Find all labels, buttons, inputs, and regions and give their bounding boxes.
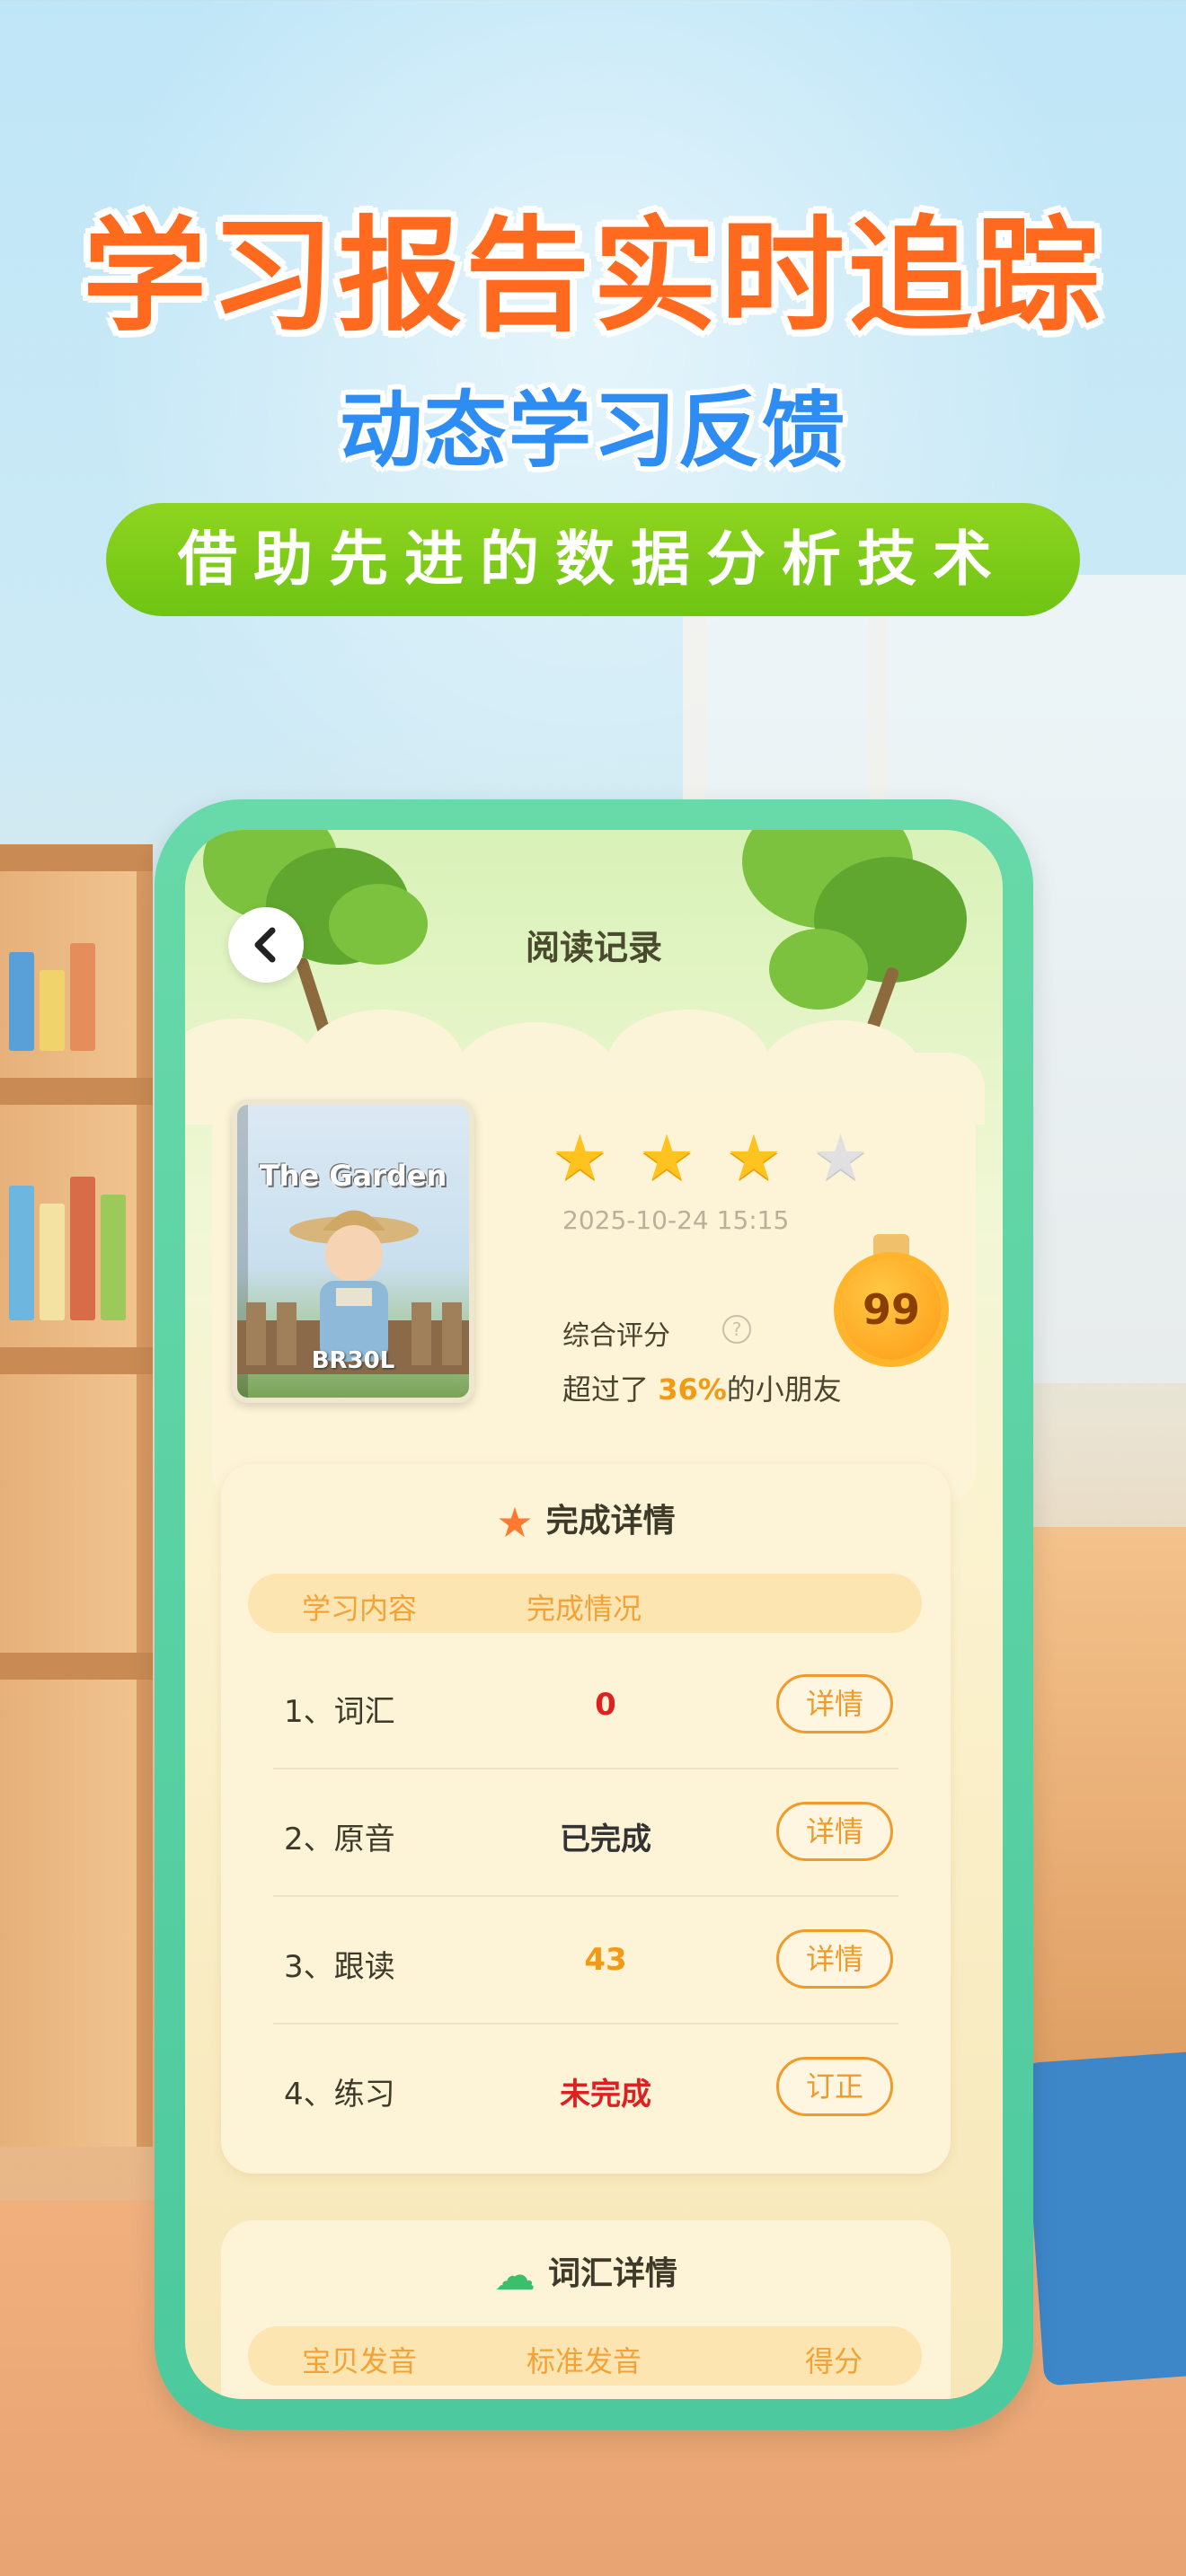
star-empty-icon: ★ — [812, 1121, 870, 1195]
col-content: 学习内容 — [302, 1592, 418, 1626]
star-filled-icon: ★ — [725, 1121, 783, 1195]
exceed-percent: 36% — [658, 1372, 727, 1407]
exceed-text: 超过了 36%的小朋友 — [562, 1367, 842, 1408]
table-row: 3、跟读 43 详情 — [273, 1897, 898, 2025]
detail-button[interactable]: 详情 — [776, 1802, 893, 1861]
col-baby: 宝贝发音 — [302, 2344, 418, 2378]
table-row: 1、词汇 0 详情 — [273, 1642, 898, 1769]
correct-button[interactable]: 订正 — [776, 2057, 893, 2116]
score-label: 综合评分 — [562, 1320, 670, 1352]
row-status: 未完成 — [560, 2077, 651, 2113]
star-check-icon: ★ — [496, 1498, 534, 1547]
score-medal: 99 — [841, 1259, 942, 1360]
detail-button[interactable]: 详情 — [776, 1929, 893, 1989]
row-label: 2、原音 — [284, 1822, 395, 1857]
row-status: 43 — [584, 1942, 627, 1978]
row-label: 4、练习 — [284, 2077, 395, 2113]
tagline-pill: 借助先进的数据分析技术 — [106, 503, 1080, 616]
vocab-card: ☁ 词汇详情 宝贝发音 标准发音 得分 — [221, 2220, 951, 2399]
cloud-book-icon: ☁ — [493, 2251, 535, 2299]
exceed-suffix: 的小朋友 — [726, 1372, 842, 1407]
col-score: 得分 — [805, 2344, 863, 2378]
book-cover-code: BR30L — [311, 1347, 395, 1374]
background-bookshelf — [0, 844, 153, 2147]
completion-card: ★ 完成详情 学习内容 完成情况 1、词汇 0 详情 2、原音 已完成 详情 3、… — [221, 1464, 951, 2174]
book-cover-title: The Garden — [259, 1159, 447, 1193]
background-storage-box — [1022, 2051, 1186, 2386]
subheadline: 动态学习反馈 — [339, 383, 846, 479]
book-cover[interactable]: The Garden BR30L — [232, 1099, 474, 1403]
row-label: 3、跟读 — [284, 1949, 395, 1985]
exceed-prefix: 超过了 — [562, 1372, 650, 1407]
vocab-header: 宝贝发音 标准发音 得分 — [248, 2326, 922, 2386]
question-circle-icon[interactable]: ? — [722, 1315, 751, 1344]
table-row: 2、原音 已完成 详情 — [273, 1769, 898, 1897]
completion-title: ★ 完成详情 — [496, 1498, 676, 1547]
star-filled-icon: ★ — [638, 1121, 695, 1195]
row-status: 已完成 — [560, 1822, 651, 1857]
headline: 学习报告实时追踪 — [82, 204, 1103, 348]
row-label: 1、词汇 — [284, 1694, 395, 1730]
col-status: 完成情况 — [527, 1592, 642, 1626]
nav-title: 阅读记录 — [525, 928, 662, 967]
table-row: 4、练习 未完成 订正 — [273, 2025, 898, 2152]
vocab-title: ☁ 词汇详情 — [493, 2251, 677, 2299]
star-rating: ★ ★ ★ ★ — [552, 1126, 869, 1189]
star-filled-icon: ★ — [552, 1121, 608, 1195]
detail-button[interactable]: 详情 — [776, 1674, 893, 1734]
completion-header: 学习内容 完成情况 — [248, 1574, 922, 1633]
phone-frame: 阅读记录 The Garden BR30L ★ ★ ★ ★ 2025-10-24… — [155, 799, 1033, 2430]
app-screen: 阅读记录 The Garden BR30L ★ ★ ★ ★ 2025-10-24… — [185, 830, 1003, 2399]
report-date: 2025-10-24 15:15 — [562, 1205, 790, 1235]
row-status: 0 — [595, 1687, 616, 1723]
medal-ribbon — [873, 1234, 909, 1261]
col-standard: 标准发音 — [527, 2344, 642, 2378]
